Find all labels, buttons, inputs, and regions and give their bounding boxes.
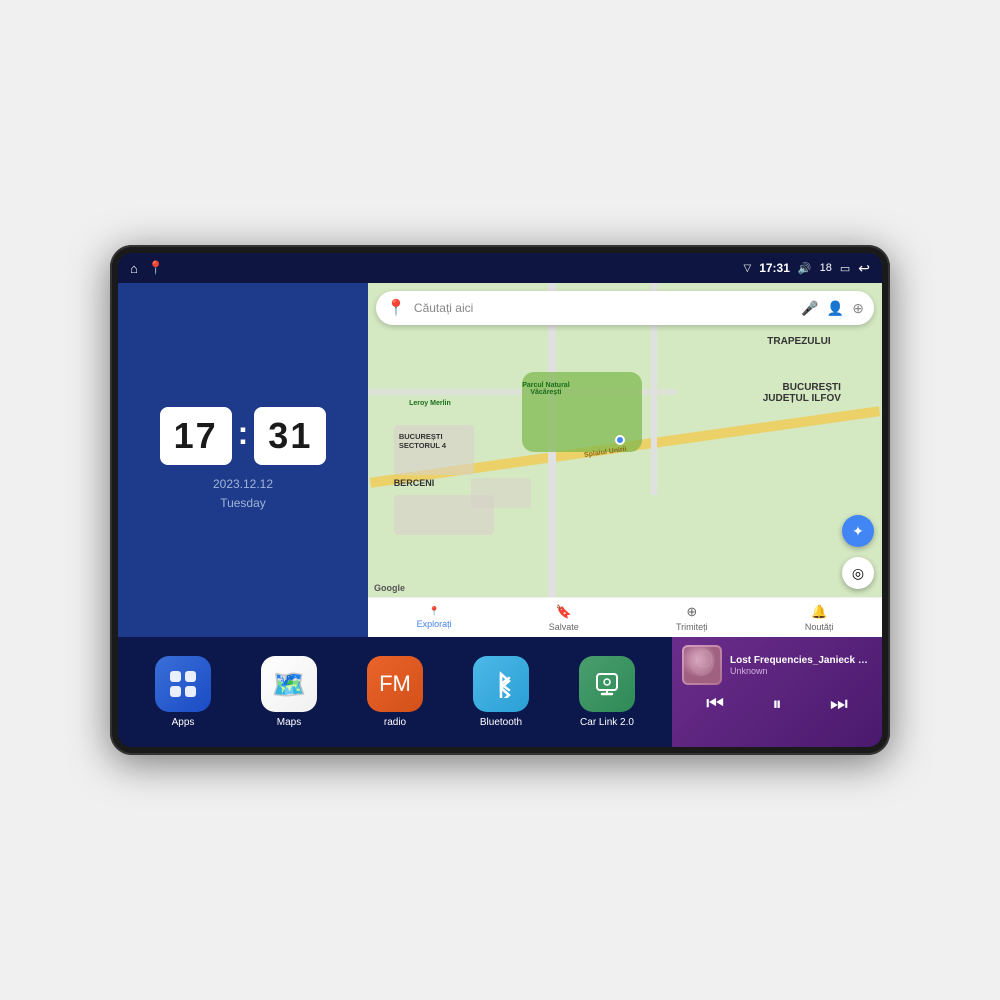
app-item-apps[interactable]: Apps: [155, 656, 211, 728]
music-artist: Unknown: [730, 666, 872, 676]
mic-icon[interactable]: 🎤: [801, 300, 818, 317]
status-time: 17:31: [759, 261, 790, 275]
app-item-bluetooth[interactable]: Bluetooth: [473, 656, 529, 728]
clock-display: 17 : 31: [160, 407, 327, 465]
locate-button[interactable]: ◎: [842, 557, 874, 589]
news-icon: 🔔: [811, 604, 827, 620]
music-top: Lost Frequencies_Janieck Devy-... Unknow…: [682, 645, 872, 685]
apps-section: Apps 🗺️ Maps FM radio: [118, 637, 672, 747]
radio-icon: FM: [367, 656, 423, 712]
carlink-label: Car Link 2.0: [580, 717, 634, 728]
map-background: TRAPEZULUI BUCUREȘTIJUDEȚUL ILFOV BERCEN…: [368, 283, 882, 637]
battery-icon: ▭: [840, 262, 850, 275]
news-label: Noutăți: [805, 622, 834, 632]
music-info: Lost Frequencies_Janieck Devy-... Unknow…: [730, 655, 872, 676]
account-icon[interactable]: 👤: [827, 300, 844, 317]
map-search-bar[interactable]: 📍 Căutați aici 🎤 👤 ⊕: [376, 291, 874, 325]
saved-icon: 🔖: [556, 604, 572, 620]
explore-label: Explorați: [417, 619, 452, 629]
status-bar: ⌂ 📍 ▽ 17:31 🔊 18 ▭ ↩: [118, 253, 882, 283]
play-pause-button[interactable]: ⏸: [766, 692, 787, 717]
map-nav-news[interactable]: 🔔 Noutăți: [805, 604, 834, 632]
share-label: Trimiteți: [676, 622, 708, 632]
status-left-icons: ⌂ 📍: [130, 260, 164, 276]
app-item-radio[interactable]: FM radio: [367, 656, 423, 728]
map-navigation-bar: 📍 Explorați 🔖 Salvate ⊕ Trimiteți 🔔: [368, 597, 882, 637]
volume-icon: 🔊: [798, 262, 812, 275]
maps-icon: 🗺️: [261, 656, 317, 712]
clock-date: 2023.12.12 Tuesday: [213, 475, 273, 513]
prev-button[interactable]: ⏮: [700, 691, 730, 718]
bluetooth-label: Bluetooth: [480, 717, 522, 728]
clock-widget: 17 : 31 2023.12.12 Tuesday: [118, 283, 368, 637]
clock-hours: 17: [160, 407, 232, 465]
app-item-maps[interactable]: 🗺️ Maps: [261, 656, 317, 728]
layers-icon[interactable]: ⊕: [852, 300, 864, 317]
explore-icon: 📍: [428, 606, 439, 617]
location-icon[interactable]: 📍: [148, 260, 164, 276]
device-screen: ⌂ 📍 ▽ 17:31 🔊 18 ▭ ↩ 17 :: [118, 253, 882, 747]
apps-label: Apps: [172, 717, 195, 728]
volume-level: 18: [820, 262, 832, 274]
map-nav-share[interactable]: ⊕ Trimiteți: [676, 604, 708, 632]
next-button[interactable]: ⏭: [824, 691, 854, 718]
map-nav-saved[interactable]: 🔖 Salvate: [549, 604, 579, 632]
status-right-info: ▽ 17:31 🔊 18 ▭ ↩: [744, 260, 871, 277]
map-nav-explore[interactable]: 📍 Explorați: [417, 606, 452, 629]
top-row: 17 : 31 2023.12.12 Tuesday: [118, 283, 882, 637]
apps-icon: [155, 656, 211, 712]
map-search-actions: 🎤 👤 ⊕: [801, 300, 864, 317]
home-icon[interactable]: ⌂: [130, 261, 138, 276]
music-player: Lost Frequencies_Janieck Devy-... Unknow…: [672, 637, 882, 747]
maps-label: Maps: [277, 717, 301, 728]
map-widget[interactable]: TRAPEZULUI BUCUREȘTIJUDEȚUL ILFOV BERCEN…: [368, 283, 882, 637]
radio-label: radio: [384, 717, 406, 728]
map-search-input[interactable]: Căutați aici: [414, 301, 793, 315]
app-item-carlink[interactable]: Car Link 2.0: [579, 656, 635, 728]
maps-logo-icon: 📍: [386, 298, 406, 318]
compass-button[interactable]: ✦: [842, 515, 874, 547]
bluetooth-icon: [473, 656, 529, 712]
carlink-icon: [579, 656, 635, 712]
music-thumbnail: [682, 645, 722, 685]
saved-label: Salvate: [549, 622, 579, 632]
main-area: 17 : 31 2023.12.12 Tuesday: [118, 283, 882, 747]
back-icon[interactable]: ↩: [858, 260, 870, 277]
signal-icon: ▽: [744, 263, 752, 274]
bottom-row: Apps 🗺️ Maps FM radio: [118, 637, 882, 747]
google-logo: Google: [374, 583, 405, 593]
clock-colon: :: [238, 415, 249, 452]
clock-minutes: 31: [254, 407, 326, 465]
share-icon: ⊕: [686, 604, 697, 620]
music-title: Lost Frequencies_Janieck Devy-...: [730, 655, 872, 666]
music-controls: ⏮ ⏸ ⏭: [682, 691, 872, 718]
device-frame: ⌂ 📍 ▽ 17:31 🔊 18 ▭ ↩ 17 :: [110, 245, 890, 755]
